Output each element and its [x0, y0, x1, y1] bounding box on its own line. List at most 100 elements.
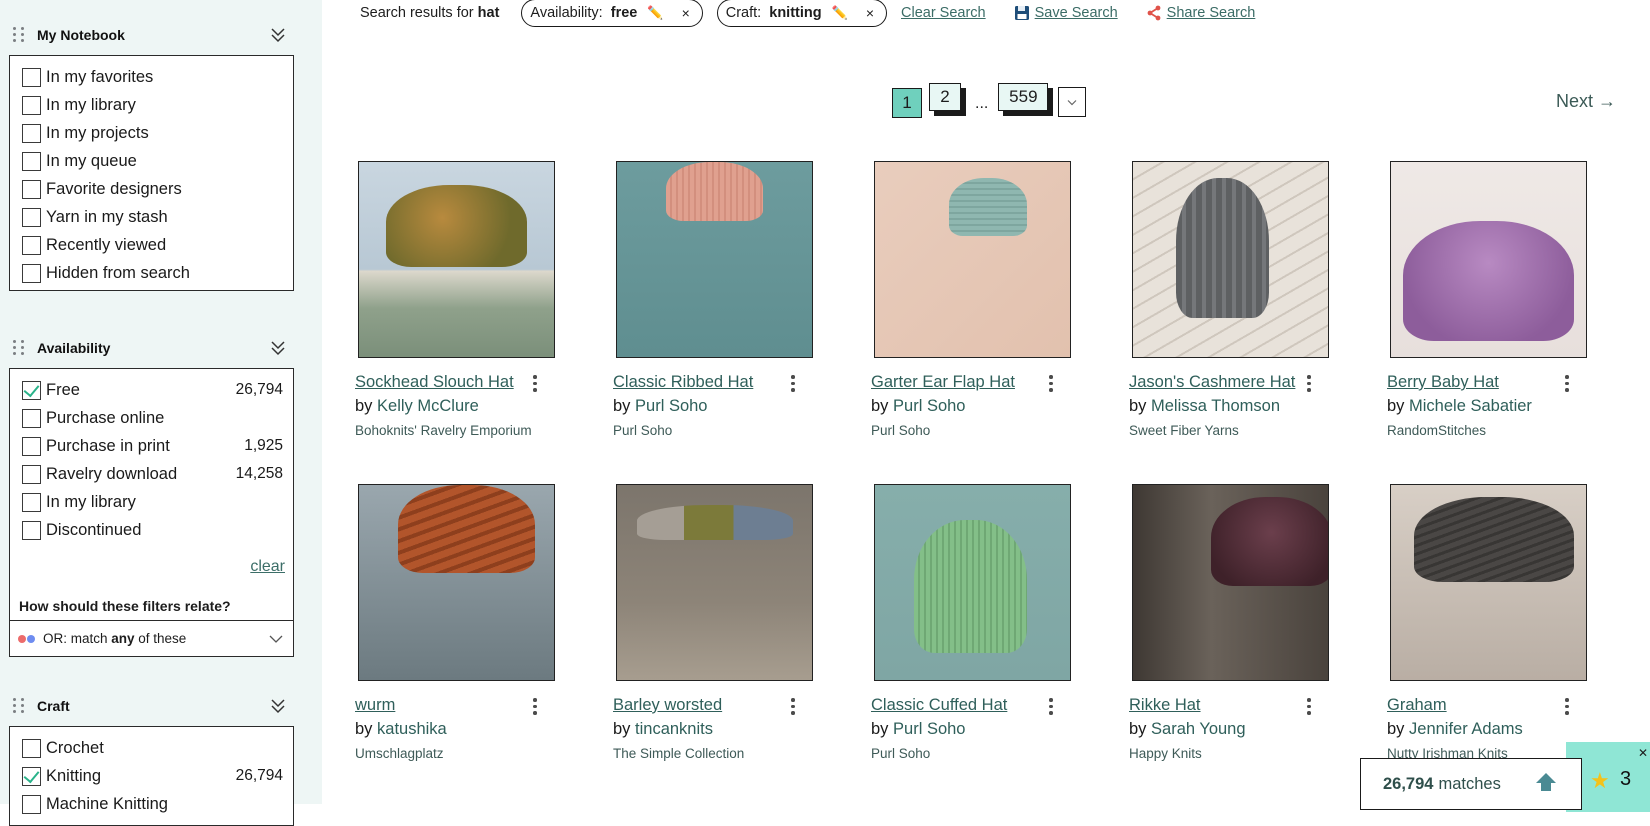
- pattern-photo[interactable]: [358, 161, 555, 358]
- filter-option[interactable]: Favorite designers: [10, 175, 293, 203]
- pattern-photo[interactable]: [1132, 161, 1329, 358]
- filter-option[interactable]: In my favorites: [10, 63, 293, 91]
- filter-option[interactable]: In my queue: [10, 147, 293, 175]
- pattern-title-link[interactable]: Classic Ribbed Hat: [613, 373, 753, 392]
- checkbox[interactable]: [22, 738, 41, 758]
- filter-option[interactable]: Purchase online: [10, 404, 293, 432]
- more-options-icon[interactable]: [789, 698, 797, 716]
- notebook-section-header[interactable]: My Notebook: [10, 23, 295, 47]
- close-icon[interactable]: ✕: [1638, 746, 1648, 760]
- filter-chip-availability[interactable]: Availability: free ✏️ ×: [521, 0, 703, 27]
- more-options-icon[interactable]: [531, 698, 539, 716]
- filter-option[interactable]: Crochet: [10, 734, 293, 762]
- scroll-to-top-icon[interactable]: [1535, 771, 1557, 793]
- drag-handle-icon[interactable]: [13, 27, 27, 43]
- checkbox[interactable]: [22, 794, 41, 814]
- remove-chip-icon[interactable]: ×: [682, 5, 690, 21]
- checkbox[interactable]: [22, 408, 41, 428]
- filter-option[interactable]: Knitting 26,794: [10, 762, 293, 790]
- designer-link[interactable]: Jennifer Adams: [1409, 720, 1523, 738]
- checkbox[interactable]: [22, 263, 41, 283]
- pattern-source-link[interactable]: RandomStitches: [1387, 423, 1572, 438]
- more-options-icon[interactable]: [531, 375, 539, 393]
- designer-link[interactable]: Purl Soho: [893, 720, 965, 738]
- checkbox[interactable]: [22, 436, 41, 456]
- clear-search-link[interactable]: Clear Search: [901, 5, 986, 21]
- more-options-icon[interactable]: [1563, 375, 1571, 393]
- drag-handle-icon[interactable]: [13, 340, 27, 356]
- pattern-source-link[interactable]: The Simple Collection: [613, 746, 798, 761]
- availability-section-header[interactable]: Availability: [10, 336, 295, 360]
- craft-section-header[interactable]: Craft: [10, 694, 295, 718]
- checkbox[interactable]: [22, 520, 41, 540]
- more-options-icon[interactable]: [1047, 698, 1055, 716]
- pattern-photo[interactable]: [616, 161, 813, 358]
- more-options-icon[interactable]: [1305, 375, 1313, 393]
- pencil-icon[interactable]: ✏️: [832, 5, 848, 21]
- remove-chip-icon[interactable]: ×: [866, 5, 874, 21]
- designer-link[interactable]: Michele Sabatier: [1409, 397, 1532, 415]
- filter-option[interactable]: In my library: [10, 488, 293, 516]
- pattern-title-link[interactable]: Jason's Cashmere Hat: [1129, 373, 1295, 392]
- designer-link[interactable]: Melissa Thomson: [1151, 397, 1280, 415]
- filter-option[interactable]: In my projects: [10, 119, 293, 147]
- designer-link[interactable]: Purl Soho: [893, 397, 965, 415]
- pencil-icon[interactable]: ✏️: [647, 5, 663, 21]
- filter-option[interactable]: Discontinued: [10, 516, 293, 544]
- pattern-source-link[interactable]: Purl Soho: [871, 746, 1056, 761]
- filter-option[interactable]: Machine Knitting: [10, 790, 293, 818]
- filter-option[interactable]: Recently viewed: [10, 231, 293, 259]
- page-select-dropdown[interactable]: [1058, 87, 1087, 117]
- checkbox[interactable]: [22, 67, 41, 87]
- checkbox[interactable]: [22, 151, 41, 171]
- filter-option[interactable]: Ravelry download 14,258: [10, 460, 293, 488]
- filter-option[interactable]: Hidden from search: [10, 259, 293, 287]
- pattern-source-link[interactable]: Sweet Fiber Yarns: [1129, 423, 1314, 438]
- share-search-link[interactable]: Share Search: [1146, 5, 1255, 21]
- designer-link[interactable]: Sarah Young: [1151, 720, 1246, 738]
- designer-link[interactable]: tincanknits: [635, 720, 713, 738]
- pattern-source-link[interactable]: Bohoknits' Ravelry Emporium: [355, 423, 540, 438]
- page-2-button[interactable]: 2: [929, 83, 961, 111]
- filter-option[interactable]: Purchase in print 1,925: [10, 432, 293, 460]
- designer-link[interactable]: Kelly McClure: [377, 397, 479, 415]
- designer-link[interactable]: katushika: [377, 720, 447, 738]
- pattern-title-link[interactable]: Barley worsted: [613, 696, 722, 715]
- last-page-button[interactable]: 559: [998, 83, 1049, 111]
- pattern-source-link[interactable]: Umschlagplatz: [355, 746, 540, 761]
- pattern-photo[interactable]: [874, 484, 1071, 681]
- checkbox[interactable]: [22, 95, 41, 115]
- next-page-link[interactable]: Next →: [1556, 91, 1616, 112]
- pattern-title-link[interactable]: Garter Ear Flap Hat: [871, 373, 1015, 392]
- more-options-icon[interactable]: [1563, 698, 1571, 716]
- pattern-source-link[interactable]: Happy Knits: [1129, 746, 1314, 761]
- checkbox[interactable]: [22, 464, 41, 484]
- page-1-button[interactable]: 1: [892, 88, 922, 118]
- double-chevron-icon[interactable]: [269, 26, 287, 44]
- pattern-source-link[interactable]: Purl Soho: [613, 423, 798, 438]
- relate-mode-select[interactable]: OR: match any of these: [10, 620, 293, 656]
- save-search-link[interactable]: Save Search: [1014, 5, 1118, 21]
- pattern-photo[interactable]: [874, 161, 1071, 358]
- pattern-photo[interactable]: [616, 484, 813, 681]
- pattern-photo[interactable]: [358, 484, 555, 681]
- pattern-photo[interactable]: [1390, 161, 1587, 358]
- filter-option[interactable]: Free 26,794: [10, 376, 293, 404]
- checkbox[interactable]: [22, 492, 41, 512]
- pattern-source-link[interactable]: Purl Soho: [871, 423, 1056, 438]
- pattern-title-link[interactable]: Graham: [1387, 696, 1447, 715]
- pattern-photo[interactable]: [1390, 484, 1587, 681]
- pattern-title-link[interactable]: Classic Cuffed Hat: [871, 696, 1007, 715]
- checkbox[interactable]: [22, 235, 41, 255]
- more-options-icon[interactable]: [1047, 375, 1055, 393]
- more-options-icon[interactable]: [789, 375, 797, 393]
- double-chevron-icon[interactable]: [269, 339, 287, 357]
- designer-link[interactable]: Purl Soho: [635, 397, 707, 415]
- double-chevron-icon[interactable]: [269, 697, 287, 715]
- pattern-title-link[interactable]: Rikke Hat: [1129, 696, 1201, 715]
- filter-option[interactable]: Yarn in my stash: [10, 203, 293, 231]
- pattern-title-link[interactable]: wurm: [355, 696, 395, 715]
- pattern-title-link[interactable]: Berry Baby Hat: [1387, 373, 1499, 392]
- more-options-icon[interactable]: [1305, 698, 1313, 716]
- drag-handle-icon[interactable]: [13, 698, 27, 714]
